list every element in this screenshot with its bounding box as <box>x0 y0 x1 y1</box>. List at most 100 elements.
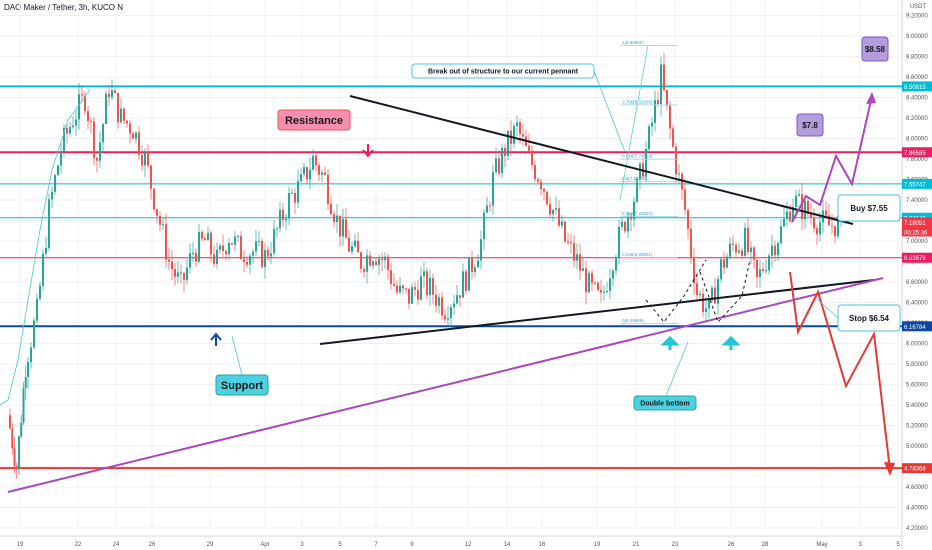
double-bottom-leader <box>665 341 689 397</box>
candle-body <box>216 249 218 265</box>
x-tick-label: May <box>816 542 827 548</box>
candle-body <box>621 221 623 227</box>
candle-body <box>819 222 821 235</box>
candle-body <box>600 290 602 293</box>
candle-body <box>762 269 764 271</box>
support-leader <box>231 335 243 376</box>
candle-body <box>675 146 677 175</box>
candle-body <box>579 254 581 271</box>
pennant-note-leader <box>593 70 626 153</box>
candle-body <box>408 288 410 304</box>
y-tick-label: 7.40000 <box>906 198 928 204</box>
candle-body <box>441 297 443 316</box>
candle-body <box>657 100 659 104</box>
candle-body <box>513 125 515 144</box>
candle-body <box>474 267 476 272</box>
candle-body <box>351 246 353 252</box>
candle-body <box>36 298 38 321</box>
x-tick-label: 23 <box>672 542 679 548</box>
candle-body <box>540 181 542 190</box>
y-tick-label: 8.00000 <box>906 137 928 143</box>
candle-body <box>213 254 215 265</box>
candle-body <box>192 252 194 254</box>
candle-body <box>660 64 662 104</box>
candle-body <box>435 294 437 306</box>
candle-body <box>375 261 377 265</box>
candle-body <box>666 89 668 106</box>
candle-body <box>624 221 626 232</box>
candle-body <box>324 172 326 175</box>
x-tick-label: 19 <box>594 542 601 548</box>
candle-body <box>567 241 569 243</box>
candle-body <box>294 192 296 203</box>
candle-body <box>483 212 485 240</box>
x-tick-label: 16 <box>539 542 546 548</box>
candle-body <box>318 165 320 175</box>
candle-body <box>378 258 380 265</box>
candle-body <box>123 108 125 121</box>
candle-body <box>195 252 197 262</box>
candle-body <box>228 243 230 255</box>
y-tick-label: 8.40000 <box>906 96 928 102</box>
candle-body <box>246 261 248 265</box>
candle-body <box>81 94 83 96</box>
candle-body <box>312 155 314 170</box>
stop-callout-label: Stop $6.54 <box>849 314 890 323</box>
pennant-note-label: Break out of structure to our current pe… <box>428 69 579 76</box>
candle-body <box>705 308 707 312</box>
candle-body <box>117 93 119 123</box>
candle-body <box>87 111 89 122</box>
candle-body <box>651 122 653 127</box>
fib-label: 0.236(6.83851) <box>622 252 653 257</box>
x-tick-label: 26 <box>728 542 735 548</box>
candle-body <box>15 465 18 470</box>
candle-body <box>495 158 497 173</box>
x-tick-label: Apr <box>260 542 269 548</box>
candle-body <box>285 218 287 221</box>
candle-body <box>273 228 275 254</box>
candle-body <box>585 268 587 293</box>
candle-body <box>627 215 629 232</box>
candle-body <box>444 315 446 320</box>
price-tag-label: 7.55747 <box>904 182 926 188</box>
candle-body <box>288 193 290 219</box>
candle-body <box>306 167 308 180</box>
price-tag-label: 6.16784 <box>904 325 926 331</box>
candle-body <box>591 273 593 283</box>
candle-body <box>501 147 503 174</box>
y-tick-label: 5.80000 <box>906 362 928 368</box>
candle-body <box>468 257 470 291</box>
fib-label: 0.382(7.23910) <box>622 211 653 216</box>
candle-body <box>564 221 566 242</box>
candle-body <box>594 282 596 284</box>
candle-body <box>798 194 800 196</box>
double-bottom-callout-label: Double bottom <box>640 401 689 408</box>
candle-body <box>153 188 155 210</box>
candle-body <box>11 428 14 449</box>
candle-body <box>597 282 599 291</box>
candle-body <box>492 172 494 206</box>
candle-body <box>243 259 245 262</box>
candle-body <box>558 208 560 226</box>
candle-body <box>20 422 23 437</box>
candle-body <box>138 132 140 155</box>
candle-body <box>774 245 776 256</box>
price-chart[interactable]: USDT4.200004.400004.600004.800005.000005… <box>0 0 932 550</box>
candle-body <box>516 122 518 126</box>
candle-body <box>204 238 206 241</box>
candle-body <box>738 250 740 253</box>
candle-body <box>327 174 329 205</box>
candle-body <box>537 179 539 182</box>
candle-body <box>135 132 137 139</box>
candle-body <box>270 253 272 257</box>
candle-body <box>777 243 779 256</box>
buy-callout-label: Buy $7.55 <box>850 204 888 213</box>
candle-body <box>369 255 371 266</box>
candle-body <box>768 255 770 271</box>
candle-body <box>120 108 122 123</box>
candle-body <box>114 90 116 94</box>
candle-body <box>222 245 224 252</box>
candle-body <box>9 415 11 429</box>
candle-body <box>831 225 833 227</box>
candle-body <box>132 133 134 139</box>
